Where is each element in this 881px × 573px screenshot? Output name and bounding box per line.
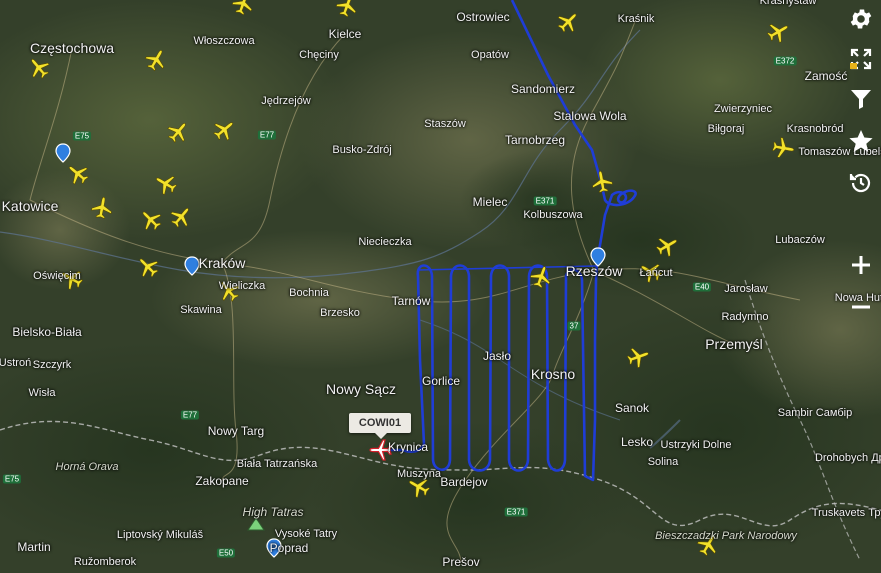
city-label: Biała Tatrzańska — [236, 458, 318, 470]
road-shield: E50 — [216, 548, 236, 558]
road-shield: E77 — [257, 130, 277, 140]
city-label: Wieliczka — [218, 280, 266, 292]
road-shield: E371 — [504, 507, 528, 517]
city-label: Rzeszów — [565, 263, 623, 279]
favorites-button[interactable] — [841, 122, 881, 160]
city-label: Krasnystaw — [759, 0, 817, 7]
city-label: Szczyrk — [32, 359, 72, 371]
city-label: Krosno — [530, 366, 576, 382]
city-label: Brzesko — [320, 307, 360, 319]
city-label: Kraśnik — [617, 13, 655, 25]
city-label: Gorlice — [421, 374, 461, 388]
city-label: Opatów — [471, 49, 509, 61]
city-label: Częstochowa — [29, 40, 115, 56]
playback-button[interactable] — [841, 164, 881, 202]
city-label: Niecieczka — [358, 236, 412, 248]
city-label: Krynica — [387, 440, 429, 454]
city-label: Truskavets Трускав — [811, 507, 881, 519]
city-label: Kolbuszowa — [523, 209, 583, 221]
history-icon — [849, 173, 871, 193]
filter-icon — [851, 90, 871, 109]
city-label: Nowy Sącz — [325, 381, 397, 397]
city-label: Horná Orava — [55, 461, 119, 473]
fullscreen-icon — [850, 48, 872, 70]
city-label: Katowice — [1, 198, 59, 214]
city-label: Bieszczadzki Park Narodowy — [655, 530, 797, 542]
zoom-out-button[interactable] — [841, 288, 881, 326]
city-label: Sambir Самбір — [777, 407, 853, 419]
city-label: Bardejov — [440, 475, 488, 489]
city-label: Oświęcim — [33, 270, 81, 282]
flight-callsign-label[interactable]: COWI01 — [349, 413, 411, 439]
settings-button[interactable] — [841, 0, 881, 38]
city-label: Solina — [647, 456, 679, 468]
city-label: Chęciny — [299, 49, 339, 61]
filter-button[interactable] — [841, 80, 881, 118]
road-shield: 37 — [567, 321, 581, 331]
star-icon — [849, 129, 873, 152]
road-shield: E75 — [2, 474, 22, 484]
city-label: Mielec — [472, 195, 508, 209]
city-label: Stalowa Wola — [553, 109, 627, 123]
city-label: Radymno — [721, 311, 769, 323]
plus-icon — [852, 256, 870, 274]
city-label: Bielsko-Biała — [12, 325, 82, 339]
city-label: Wisła — [28, 387, 56, 399]
city-label: Kraków — [198, 255, 246, 271]
city-label: Przemyśl — [705, 336, 763, 352]
callsign-text: COWI01 — [358, 417, 402, 429]
city-label: Kielce — [328, 27, 362, 41]
city-label: Krasnobród — [786, 123, 844, 135]
city-label: Bochnia — [289, 287, 329, 299]
city-label: Jasło — [482, 349, 512, 363]
minus-icon — [852, 305, 870, 309]
city-label: Tarnów — [391, 294, 431, 308]
city-label: Busko-Zdrój — [332, 144, 392, 156]
city-label: Vysoké Tatry — [274, 528, 338, 540]
road-shield: E371 — [533, 196, 557, 206]
city-label: Skawina — [180, 304, 222, 316]
city-label: High Tatras — [242, 505, 304, 519]
city-label: Nowy Targ — [207, 424, 265, 438]
city-label: Poprad — [269, 541, 309, 555]
fullscreen-button[interactable] — [841, 40, 881, 78]
map-toolbar — [841, 0, 881, 328]
city-label: Lesko — [620, 435, 654, 449]
city-label: Zakopane — [195, 474, 249, 488]
gear-icon — [850, 9, 872, 29]
city-label: Zwierzyniec — [713, 103, 773, 115]
city-label: Łańcut — [639, 267, 673, 279]
city-label: Drohobych Дрогоб — [814, 452, 881, 464]
city-label: Staszów — [424, 118, 466, 130]
city-label: Sanok — [614, 401, 650, 415]
city-label: Prešov — [442, 555, 480, 569]
city-label: Liptovský Mikuláš — [116, 529, 204, 541]
city-label: Jędrzejów — [261, 95, 311, 107]
road-shield: E40 — [692, 282, 712, 292]
city-label: Muszyna — [396, 468, 442, 480]
city-label: Ustroń — [0, 357, 32, 369]
city-label: Lubaczów — [775, 234, 825, 246]
city-label: Włoszczowa — [193, 35, 255, 47]
city-label: Martin — [17, 540, 51, 554]
road-shield: E372 — [773, 56, 797, 66]
city-label: Ostrowiec — [456, 10, 510, 24]
city-label: Tarnobrzeg — [504, 133, 566, 147]
city-label: Sandomierz — [510, 82, 576, 96]
city-label: Ustrzyki Dolne — [660, 439, 732, 451]
city-label: Jarosław — [724, 283, 768, 295]
zoom-in-button[interactable] — [841, 246, 881, 284]
city-label: Biłgoraj — [707, 123, 745, 135]
road-shield: E77 — [180, 410, 200, 420]
road-shield: E75 — [72, 131, 92, 141]
city-label: Ružomberok — [73, 556, 137, 568]
